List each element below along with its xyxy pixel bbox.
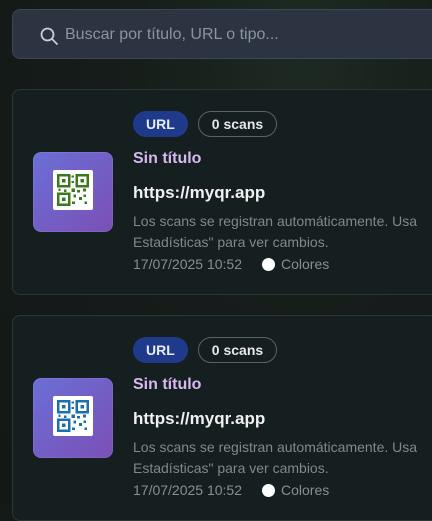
qr-thumbnail[interactable]: [33, 378, 113, 458]
type-badge: URL: [133, 111, 188, 137]
card-description: Los scans se registran automáticamente. …: [133, 439, 418, 476]
card-meta: 17/07/2025 10:52 Colores: [133, 256, 329, 272]
qr-thumbnail[interactable]: [33, 152, 113, 232]
color-dot-icon: [262, 257, 275, 271]
card-title[interactable]: Sin título: [133, 150, 201, 168]
qr-card[interactable]: URL 0 scans Sin título https://myqr.app …: [12, 315, 432, 521]
card-description: Los scans se registran automáticamente. …: [133, 213, 418, 250]
qr-code-icon: [53, 170, 93, 210]
search-icon: [40, 27, 58, 45]
search-bar[interactable]: [12, 9, 432, 60]
card-url[interactable]: https://myqr.app: [133, 183, 265, 203]
card-title[interactable]: Sin título: [133, 376, 201, 394]
color-dot-icon: [262, 483, 275, 497]
scans-badge: 0 scans: [197, 111, 278, 137]
scans-badge: 0 scans: [197, 337, 278, 363]
qr-card[interactable]: URL 0 scans Sin título https://myqr.app …: [12, 89, 432, 295]
colors-label: Colores: [281, 256, 330, 272]
search-input[interactable]: [63, 10, 432, 60]
card-date: 17/07/2025 10:52: [133, 482, 242, 498]
card-meta: 17/07/2025 10:52 Colores: [133, 482, 329, 498]
card-url[interactable]: https://myqr.app: [133, 409, 265, 429]
colors-label: Colores: [281, 482, 330, 498]
card-date: 17/07/2025 10:52: [133, 256, 242, 272]
type-badge: URL: [133, 337, 188, 363]
qr-code-icon: [53, 396, 93, 436]
